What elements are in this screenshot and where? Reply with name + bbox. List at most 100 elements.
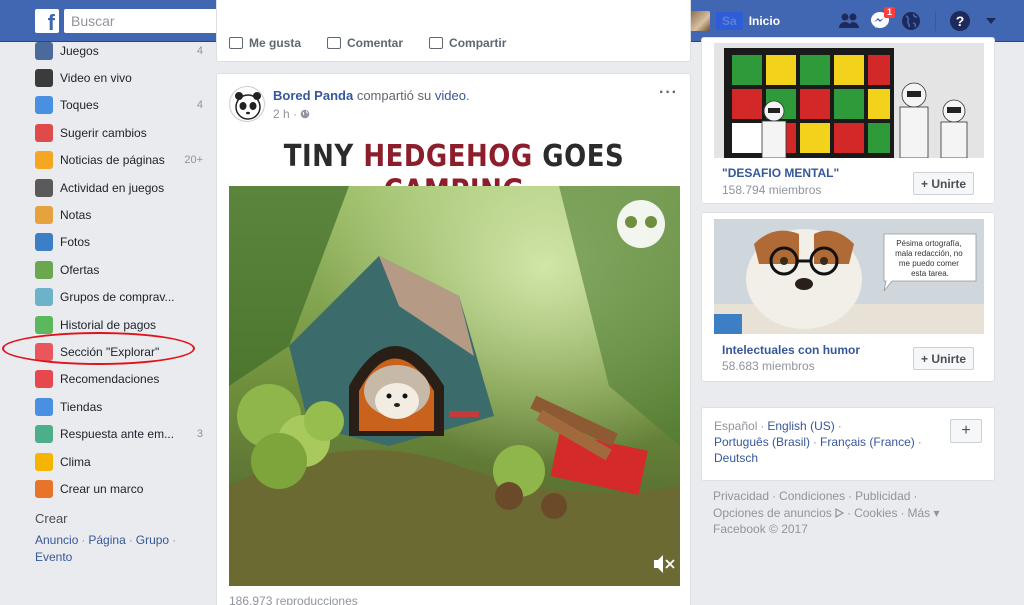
post-header: Bored Panda compartió su video. — [273, 88, 470, 103]
post-time[interactable]: 2 h · — [273, 107, 310, 121]
ad-choices-link[interactable]: Opciones de anuncios — [713, 506, 832, 520]
create-page-link[interactable]: Página — [88, 533, 125, 547]
more-link[interactable]: Más — [907, 506, 930, 520]
profile-link[interactable]: Sa Inicio — [690, 11, 780, 31]
sidebar-item[interactable]: Respuesta ante em... 3 — [35, 420, 203, 447]
ad-choices-icon — [835, 507, 845, 518]
messenger-icon[interactable]: 1 — [869, 7, 895, 32]
add-language-button[interactable]: + — [950, 419, 982, 443]
video-player[interactable] — [229, 186, 680, 586]
help-icon[interactable]: ? — [949, 10, 971, 32]
gamepad-icon — [35, 178, 53, 197]
sidebar-item-label: Sugerir cambios — [60, 125, 147, 140]
sidebar-item-count: 3 — [196, 428, 203, 441]
left-navigation: Juegos 4 Video en vivo Toques 4 Sugerir cambi… — [35, 37, 203, 503]
pokes-icon — [35, 96, 53, 115]
language-link[interactable]: Deutsch — [714, 451, 758, 465]
sidebar-item-label: Actividad en juegos — [60, 180, 165, 195]
more-caret-icon: ▾ — [930, 505, 940, 520]
sidebar-item-count: 4 — [196, 99, 203, 112]
previous-post: Me gusta Comentar Compartir — [216, 0, 691, 62]
hedgehog-camping-video-frame — [229, 186, 680, 586]
create-group-link[interactable]: Grupo — [136, 533, 169, 547]
globe-privacy-icon — [301, 109, 310, 119]
copyright: Facebook © 2017 — [713, 522, 808, 536]
language-link[interactable]: English (US) — [767, 419, 834, 433]
games-icon — [35, 41, 53, 60]
join-group-button[interactable]: + Unirte — [913, 172, 974, 195]
sidebar-item[interactable]: Notas — [35, 201, 203, 228]
sidebar-item-label: Respuesta ante em... — [60, 427, 175, 442]
language-link[interactable]: Français (France) — [820, 435, 915, 449]
sidebar-item[interactable]: Tiendas — [35, 393, 203, 420]
like-icon — [229, 37, 243, 49]
join-group-button[interactable]: + Unirte — [913, 347, 974, 370]
sidebar-item[interactable]: Toques 4 — [35, 92, 203, 119]
create-ad-link[interactable]: Anuncio — [35, 533, 78, 547]
create-links: Anuncio · Página · Grupo · Evento — [35, 533, 177, 564]
pages-feed-icon — [35, 151, 53, 170]
language-link[interactable]: Português (Brasil) — [714, 435, 810, 449]
suggested-group-card: Pésima ortografía, mala redacción, no me… — [701, 212, 995, 382]
sidebar-item[interactable]: Actividad en juegos — [35, 174, 203, 201]
top-icons: 1 ? — [838, 7, 1002, 32]
sidebar-item-label: Notas — [60, 208, 92, 223]
facebook-logo-icon[interactable]: f — [35, 9, 59, 33]
sidebar-item[interactable]: Crear un marco — [35, 475, 203, 502]
notes-icon — [35, 206, 53, 225]
post-author-link[interactable]: Bored Panda — [273, 88, 353, 103]
create-section: Crear Anuncio · Página · Grupo · Evento — [35, 511, 195, 566]
sidebar-item-label: Ofertas — [60, 262, 100, 277]
sidebar-item[interactable]: Video en vivo — [35, 64, 203, 91]
globe-notifications-icon[interactable] — [900, 10, 922, 32]
post-video-link[interactable]: video — [435, 88, 466, 103]
group-cover-image[interactable]: Pésima ortografía, mala redacción, no me… — [714, 219, 984, 334]
sidebar-item-label: Fotos — [60, 235, 91, 250]
terms-link[interactable]: Condiciones — [779, 489, 845, 503]
sidebar-item[interactable]: Noticias de páginas 20+ — [35, 147, 203, 174]
sidebar-item-count: 4 — [196, 44, 203, 57]
video-view-count: 186.973 reproducciones — [229, 594, 358, 605]
offers-icon — [35, 260, 53, 279]
sidebar-item-label: Tiendas — [60, 399, 103, 414]
payment-history-icon — [35, 315, 53, 334]
sidebar-item-label: Noticias de páginas — [60, 153, 165, 168]
share-button[interactable]: Compartir — [429, 36, 506, 50]
advertising-link[interactable]: Publicidad — [855, 489, 910, 503]
shops-icon — [35, 397, 53, 416]
cookies-link[interactable]: Cookies — [854, 506, 897, 520]
caret-down-icon[interactable] — [980, 10, 1002, 32]
home-link[interactable]: Inicio — [749, 14, 780, 28]
sidebar-item-label: Grupos de comprav... — [60, 290, 175, 305]
sidebar-item[interactable]: Juegos 4 — [35, 37, 203, 64]
share-icon — [429, 37, 444, 49]
post-options-button[interactable]: ··· — [659, 84, 678, 102]
comment-button[interactable]: Comentar — [327, 36, 403, 50]
sidebar-item[interactable]: Grupos de comprav... — [35, 284, 203, 311]
map-pin-icon — [35, 123, 53, 142]
sidebar-item[interactable]: Sugerir cambios — [35, 119, 203, 146]
avatar — [690, 11, 710, 31]
friend-requests-icon[interactable] — [838, 10, 860, 32]
sidebar-item[interactable]: Fotos — [35, 229, 203, 256]
like-button[interactable]: Me gusta — [229, 36, 301, 50]
group-name-link[interactable]: "DESAFIO MENTAL" — [722, 166, 839, 180]
create-title: Crear — [35, 511, 68, 526]
sidebar-item[interactable]: Recomendaciones — [35, 366, 203, 393]
messages-badge: 1 — [883, 7, 895, 18]
sidebar-item[interactable]: Clima — [35, 448, 203, 475]
post-action-text: compartió su — [356, 88, 432, 103]
page-avatar[interactable] — [229, 86, 265, 122]
user-name: Sa — [716, 12, 743, 30]
sidebar-item-count: 20+ — [184, 154, 203, 167]
group-name-link[interactable]: Intelectuales con humor — [722, 343, 860, 357]
sidebar-item-label: Toques — [60, 98, 99, 113]
group-cover-image[interactable] — [714, 43, 984, 158]
create-event-link[interactable]: Evento — [35, 550, 72, 564]
live-video-icon — [35, 69, 53, 88]
comment-icon — [327, 37, 342, 49]
tag-icon — [35, 288, 53, 307]
group-member-count: 58.683 miembros — [722, 359, 815, 373]
sidebar-item[interactable]: Ofertas — [35, 256, 203, 283]
privacy-link[interactable]: Privacidad — [713, 489, 769, 503]
